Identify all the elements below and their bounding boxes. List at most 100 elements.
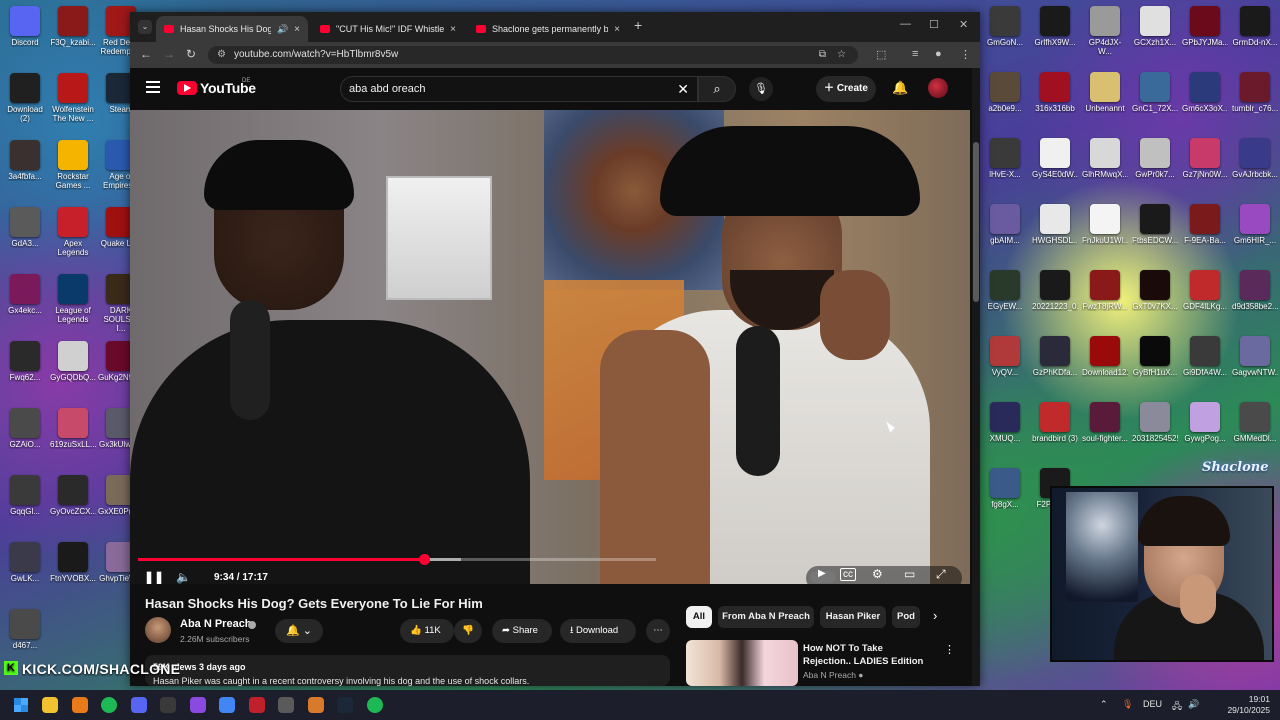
left-desktop-icon[interactable]: GwLK...	[2, 542, 48, 583]
page-scrollbar[interactable]	[972, 68, 980, 686]
search-button[interactable]: ⌕	[698, 76, 736, 102]
progress-bar[interactable]	[138, 554, 656, 565]
scrollbar-thumb[interactable]	[973, 142, 979, 302]
left-desktop-icon[interactable]: Rockstar Games ...	[50, 140, 96, 190]
right-desktop-icon[interactable]: GPbJYJMa...	[1182, 6, 1228, 47]
left-desktop-icon[interactable]: GyGQDbQ...	[50, 341, 96, 382]
clock[interactable]: 19:01 29/10/2025	[1227, 694, 1270, 716]
tab-close-icon[interactable]: ×	[450, 24, 456, 35]
left-desktop-icon[interactable]: GqqGl...	[2, 475, 48, 516]
right-desktop-icon[interactable]: GlhRMwqX...	[1082, 138, 1128, 179]
right-desktop-icon[interactable]: GMMedDl...	[1232, 402, 1278, 443]
pause-icon[interactable]: ❚❚	[144, 570, 164, 584]
right-desktop-icon[interactable]: GrmDd-nX...	[1232, 6, 1278, 47]
extensions-icon[interactable]: ⬚	[876, 48, 886, 61]
minimize-icon[interactable]: —	[900, 18, 911, 30]
right-desktop-icon[interactable]: Download121	[1082, 336, 1128, 377]
taskbar-chrome-icon[interactable]	[219, 697, 235, 713]
taskbar-spotify-2-icon[interactable]	[366, 697, 383, 713]
subtitles-icon[interactable]: cc	[840, 568, 856, 581]
volume-icon[interactable]: 🔈	[176, 570, 191, 584]
speaker-icon[interactable]: 🔊	[277, 24, 288, 35]
tab-close-icon[interactable]: ×	[614, 24, 620, 35]
right-desktop-icon[interactable]: VyQV...	[982, 336, 1028, 377]
taskbar-file-explorer-icon[interactable]	[42, 697, 58, 713]
tab-list-button[interactable]: ⌄	[138, 20, 152, 34]
left-desktop-icon[interactable]: Download (2)	[2, 73, 48, 123]
input-language[interactable]: DEU	[1143, 699, 1162, 709]
left-desktop-icon[interactable]: Gx4ekc...	[2, 274, 48, 315]
taskbar-discord-icon[interactable]	[130, 697, 147, 713]
right-desktop-icon[interactable]: brandbird (3)	[1032, 402, 1078, 443]
right-desktop-icon[interactable]: FtbsEDCW...	[1132, 204, 1178, 245]
left-desktop-icon[interactable]: Discord	[2, 6, 48, 47]
taskbar-app-orange-icon[interactable]	[307, 697, 324, 713]
right-desktop-icon[interactable]: gbAIM...	[982, 204, 1028, 245]
right-desktop-icon[interactable]: Unbenannt	[1082, 72, 1128, 113]
right-desktop-icon[interactable]: FwzT8jRW...	[1082, 270, 1128, 311]
right-desktop-icon[interactable]: Gz7jNn0W...	[1182, 138, 1228, 179]
channel-name[interactable]: Aba N Preach	[180, 618, 252, 630]
right-desktop-icon[interactable]: Gm6cX3oX...	[1182, 72, 1228, 113]
taskbar-obs-icon[interactable]	[160, 697, 176, 713]
right-desktop-icon[interactable]: fg8gX...	[982, 468, 1028, 509]
close-window-icon[interactable]: ✕	[959, 18, 968, 31]
left-desktop-icon[interactable]: GyOvcZCX...	[50, 475, 96, 516]
right-desktop-icon[interactable]: GCXzh1X...	[1132, 6, 1178, 47]
search-input[interactable]: aba abd oreach ✕	[340, 76, 698, 102]
right-desktop-icon[interactable]: GywgPog...	[1182, 402, 1228, 443]
left-desktop-icon[interactable]: GZAiO...	[2, 408, 48, 449]
right-desktop-icon[interactable]: Gm6HIR_...	[1232, 204, 1278, 245]
right-desktop-icon[interactable]: EGyEW...	[982, 270, 1028, 311]
start-windows-icon[interactable]	[14, 698, 28, 712]
right-desktop-icon[interactable]: soul-fighter...	[1082, 402, 1128, 443]
network-icon[interactable]: 🖧	[1172, 699, 1182, 715]
left-desktop-icon[interactable]: Apex Legends	[50, 207, 96, 257]
profile-icon[interactable]: ●	[935, 48, 942, 60]
volume-tray-icon[interactable]: 🔊	[1188, 699, 1199, 710]
right-desktop-icon[interactable]: d9d358be2...	[1232, 270, 1278, 311]
right-desktop-icon[interactable]: 316x316bb	[1032, 72, 1078, 113]
video-player[interactable]: ❚❚ 🔈 9:34 / 17:17 ▶ cc ⚙ ▭ ⤢	[130, 110, 970, 584]
share-button[interactable]: ➦ Share	[492, 619, 552, 643]
right-desktop-icon[interactable]: GrlfhX9W...	[1032, 6, 1078, 47]
install-app-icon[interactable]: ⧉	[819, 46, 826, 64]
site-info-icon[interactable]: ⚙	[217, 46, 226, 64]
new-tab-button[interactable]: +	[634, 17, 642, 33]
right-desktop-icon[interactable]: XMUQ...	[982, 402, 1028, 443]
taskbar-browser-alt-icon[interactable]	[71, 697, 88, 713]
left-desktop-icon[interactable]: FtnYVOBX...	[50, 542, 96, 583]
reload-icon[interactable]: ↻	[186, 47, 196, 61]
left-desktop-icon[interactable]: GdA3...	[2, 207, 48, 248]
right-desktop-icon[interactable]: tumblr_c76...	[1232, 72, 1278, 113]
left-desktop-icon[interactable]: Fwq62...	[2, 341, 48, 382]
account-avatar[interactable]	[928, 78, 948, 98]
right-desktop-icon[interactable]: GyS4E0dW...	[1032, 138, 1078, 179]
right-desktop-icon[interactable]: 20318254525	[1132, 402, 1178, 443]
url-field[interactable]: ⚙ youtube.com/watch?v=HbTlbmr8v5w ⧉ ☆	[208, 46, 858, 64]
back-icon[interactable]: ←	[140, 47, 152, 61]
taskbar-app-purple-icon[interactable]	[189, 697, 206, 713]
chip-all[interactable]: All	[686, 606, 712, 628]
left-desktop-icon[interactable]: 3a4fbfa...	[2, 140, 48, 181]
left-desktop-icon[interactable]: Wolfenstein The New ...	[50, 73, 96, 123]
taskbar-steam-icon[interactable]	[337, 697, 353, 713]
right-desktop-icon[interactable]: F-9EA-Ba...	[1182, 204, 1228, 245]
browser-menu-icon[interactable]: ⋮	[960, 48, 971, 61]
right-desktop-icon[interactable]: GxT0v7KX...	[1132, 270, 1178, 311]
menu-icon[interactable]	[146, 81, 160, 96]
recommendation-thumbnail[interactable]	[686, 640, 798, 686]
dislike-button[interactable]: 👎	[454, 619, 482, 643]
right-desktop-icon[interactable]: GmGoN...	[982, 6, 1028, 47]
right-desktop-icon[interactable]: GagvwNTW...	[1232, 336, 1278, 377]
recommendation-more-icon[interactable]: ⋮	[944, 643, 955, 656]
right-desktop-icon[interactable]: HWGHSDL...	[1032, 204, 1078, 245]
tab-idf-whistleblower[interactable]: "CUT His Mic!" IDF Whistleblow ×	[312, 16, 464, 42]
left-desktop-icon[interactable]: League of Legends	[50, 274, 96, 324]
right-desktop-icon[interactable]: GDF4lLKg...	[1182, 270, 1228, 311]
settings-gear-icon[interactable]: ⚙	[872, 567, 883, 581]
like-button[interactable]: 👍 11K	[400, 619, 454, 643]
right-desktop-icon[interactable]: GP4dJX-W...	[1082, 6, 1128, 56]
chips-next-icon[interactable]: ›	[933, 608, 937, 623]
right-desktop-icon[interactable]: GnC1_72X...	[1132, 72, 1178, 113]
